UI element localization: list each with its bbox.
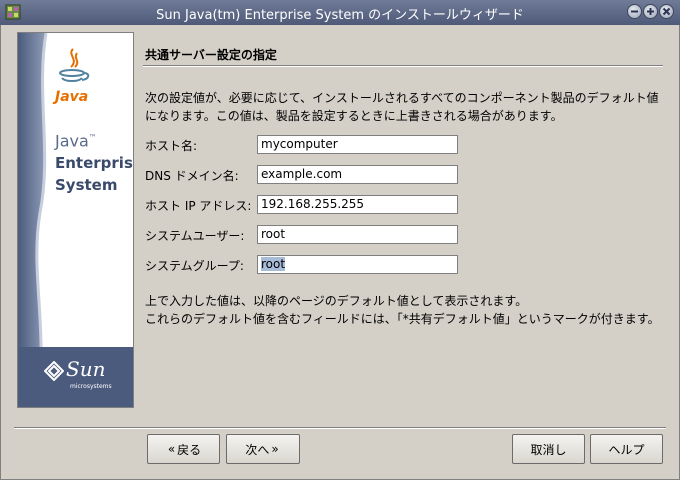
product-name-line1: Java <box>55 131 89 151</box>
dns-domain-input[interactable]: example.com <box>257 165 458 184</box>
window-title: Sun Java(tm) Enterprise System のインストールウィ… <box>156 8 524 23</box>
system-group-input[interactable]: root <box>257 255 458 274</box>
help-button-label: ヘルプ <box>608 442 645 457</box>
system-user-label: システムユーザー: <box>145 229 245 243</box>
maximize-icon <box>647 8 654 15</box>
note-line: これらのデフォルト値を含むフィールドには、「*共有デフォルト値」というマークが付… <box>145 312 660 326</box>
button-divider <box>14 427 666 429</box>
page-description: 次の設定値が、必要に応じて、インストールされるすべてのコンポーネント製品のデフォ… <box>145 89 665 125</box>
product-name: Java™ Enterprise System <box>55 127 133 196</box>
next-button-label: 次へ <box>245 442 270 457</box>
help-button[interactable]: ヘルプ <box>590 434 663 464</box>
product-name-line3: System <box>55 176 118 195</box>
back-button[interactable]: « 戻る <box>147 434 220 464</box>
java-logo-text: Java <box>55 89 89 105</box>
sun-logo-subtext: microsystems <box>70 383 112 390</box>
chevron-left-icon: « <box>167 442 176 456</box>
minimize-icon <box>631 10 638 13</box>
host-ip-input[interactable]: 192.168.255.255 <box>257 195 458 214</box>
description-line: 次の設定値が、必要に応じて、インストールされるすべてのコンポーネント製品のデフォ… <box>145 91 659 105</box>
next-button[interactable]: 次へ » <box>226 434 300 464</box>
product-name-line2: Enterprise <box>55 154 133 173</box>
selected-text: root <box>261 257 286 271</box>
maximize-button[interactable] <box>643 4 658 19</box>
dns-domain-label: DNS ドメイン名: <box>145 169 239 183</box>
chevron-right-icon: » <box>271 442 279 456</box>
product-banner: Java Java™ Enterprise System Sun microsy… <box>17 32 134 408</box>
sun-logo-icon <box>44 361 64 381</box>
host-name-label: ホスト名: <box>145 139 198 153</box>
description-line: になります。この値は、製品を設定するときに上書きされる場合があります。 <box>145 109 563 123</box>
close-button[interactable] <box>659 4 674 19</box>
trademark: ™ <box>88 133 97 142</box>
cancel-button[interactable]: 取消し <box>512 434 585 464</box>
cancel-button-label: 取消し <box>530 442 567 457</box>
host-ip-label: ホスト IP アドレス: <box>145 199 252 213</box>
minimize-button[interactable] <box>627 4 642 19</box>
title-bar[interactable]: Sun Java(tm) Enterprise System のインストールウィ… <box>0 0 680 25</box>
sun-logo-text: Sun <box>66 357 106 381</box>
defaults-note: 上で入力した値は、以降のページのデフォルト値として表示されます。 これらのデフォ… <box>145 292 675 328</box>
system-group-label: システムグループ: <box>145 259 244 273</box>
note-line: 上で入力した値は、以降のページのデフォルト値として表示されます。 <box>145 294 528 308</box>
close-icon <box>662 7 671 16</box>
title-divider <box>143 65 663 67</box>
host-name-input[interactable]: mycomputer <box>257 135 458 154</box>
back-button-label: 戻る <box>177 442 202 457</box>
system-user-input[interactable]: root <box>257 225 458 244</box>
page-title: 共通サーバー設定の指定 <box>145 48 277 62</box>
sun-logo-area: Sun microsystems <box>18 347 133 407</box>
